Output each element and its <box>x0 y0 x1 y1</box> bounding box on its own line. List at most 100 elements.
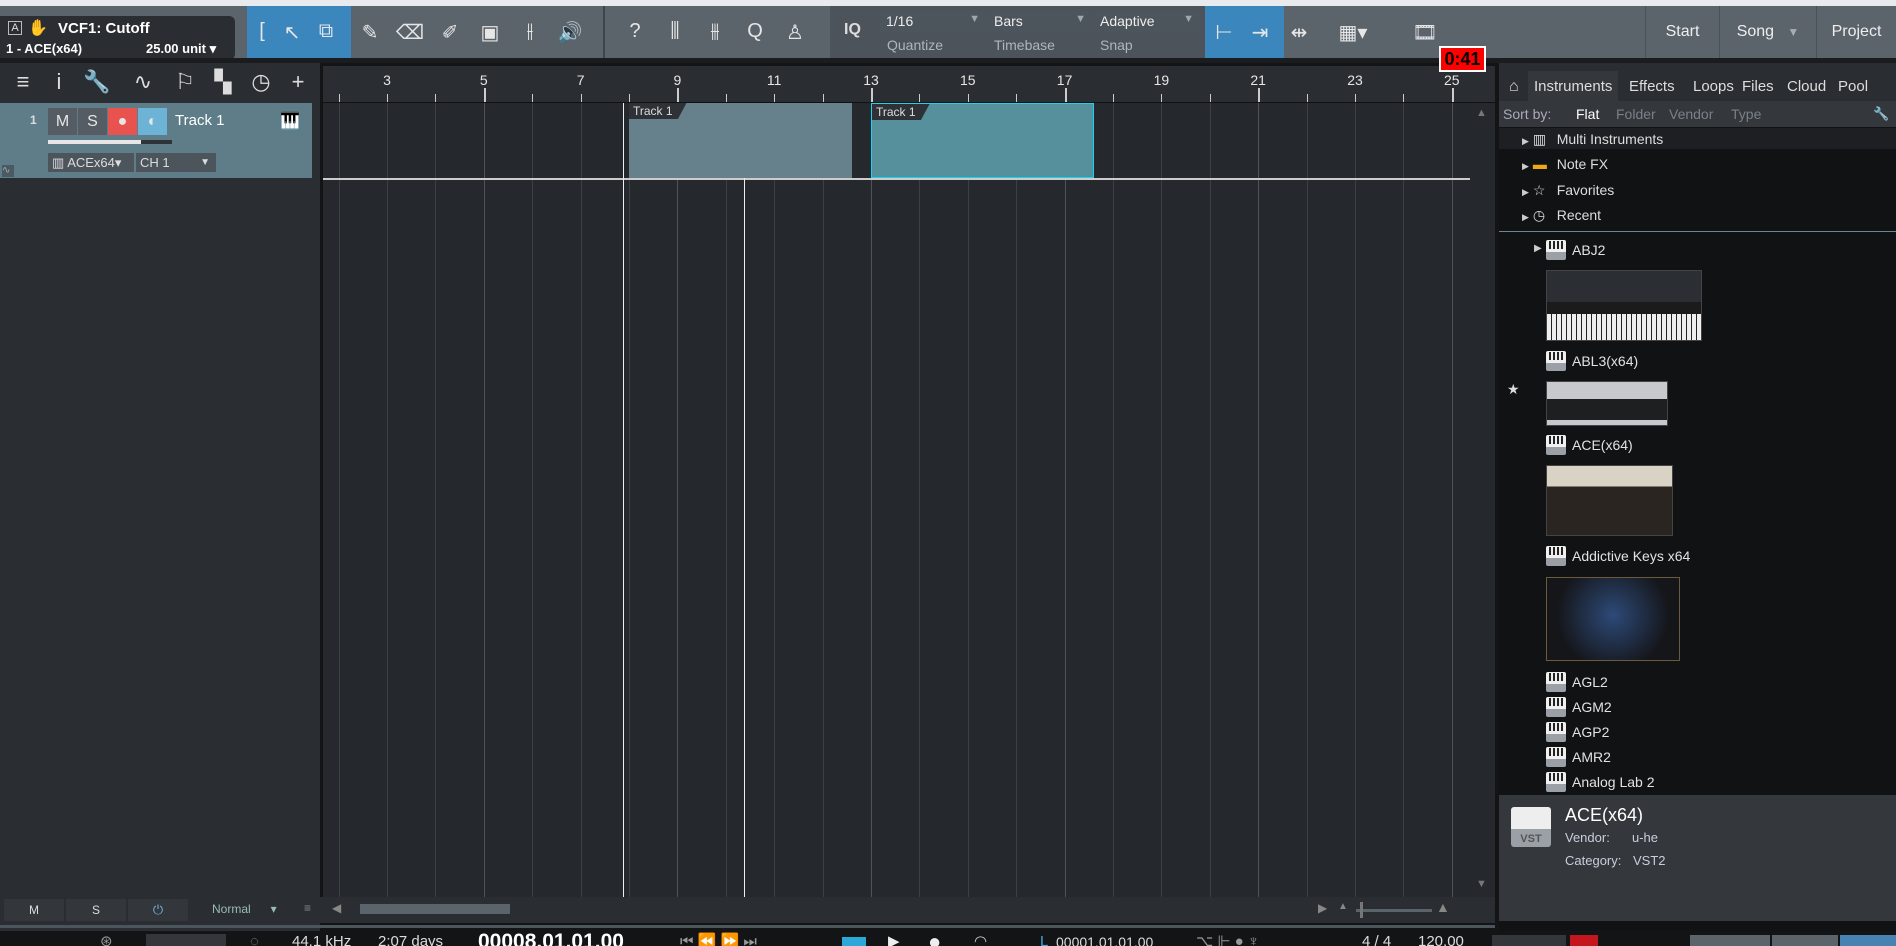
plugin-item[interactable]: ABL3(x64) <box>1546 351 1638 373</box>
listen-tool-icon[interactable]: 🔊 <box>555 20 585 45</box>
time-signature[interactable]: 4 / 4 <box>1362 931 1391 946</box>
wrench-icon[interactable]: 🔧 <box>82 69 112 95</box>
browser-tab-pool[interactable]: Pool <box>1832 71 1874 103</box>
category-item[interactable]: ▶ ▥ Multi Instruments <box>1522 131 1663 148</box>
mute-tool-icon[interactable]: ▣ <box>475 20 505 45</box>
global-solo-button[interactable]: S <box>66 899 126 921</box>
timebase-select[interactable]: Bars ▼ <box>988 10 1092 32</box>
iq-button[interactable]: IQ <box>844 21 861 39</box>
browser-tab-effects[interactable]: Effects <box>1623 71 1681 103</box>
plugin-item[interactable]: Addictive Keys x64 <box>1546 546 1690 568</box>
add-track-icon[interactable]: + <box>283 69 313 95</box>
zoom-out-icon[interactable]: ▲ <box>1338 901 1348 912</box>
horizontal-scrollbar-thumb[interactable] <box>360 904 510 914</box>
plugin-item[interactable]: AGP2 <box>1546 722 1609 744</box>
help-button[interactable]: ? <box>620 20 650 43</box>
paint-tool-icon[interactable]: ✐ <box>435 20 465 45</box>
pencil-tool-icon[interactable]: ✎ <box>355 20 385 45</box>
record-button[interactable]: ● <box>928 931 941 946</box>
quantize-select[interactable]: 1/16 ▼ <box>880 10 986 32</box>
arrow-tool-icon[interactable]: ↖ <box>277 20 307 45</box>
page-button-3[interactable] <box>1840 935 1896 946</box>
zoom-handle[interactable] <box>1360 902 1363 918</box>
home-icon[interactable]: ⌂ <box>1503 71 1525 103</box>
scroll-down-icon[interactable]: ▼ <box>1476 878 1487 890</box>
mute-button[interactable]: M <box>48 108 77 135</box>
groove-icon[interactable]: ♙ <box>780 20 810 45</box>
quantize-q-icon[interactable]: Q <box>740 20 770 43</box>
plugin-item[interactable]: AGM2 <box>1546 697 1612 719</box>
category-item[interactable]: ▶ ▬ Note FX <box>1522 156 1608 172</box>
performance-icon[interactable]: ◌ <box>250 931 259 946</box>
channel-select[interactable]: CH 1 ▼ <box>136 153 216 172</box>
scroll-right-icon[interactable]: ▶ <box>1318 901 1327 915</box>
track-name[interactable]: Track 1 <box>175 112 224 129</box>
sort-folder[interactable]: Folder <box>1616 106 1656 122</box>
project-button[interactable]: Project <box>1816 6 1896 58</box>
arranger-icon[interactable]: ▚ <box>208 69 238 95</box>
mode-badge[interactable]: A <box>8 21 22 35</box>
category-item[interactable]: ▶ ◷ Recent <box>1522 207 1601 224</box>
midi-icon[interactable]: ⊛ <box>100 931 113 946</box>
audio-bend-icon[interactable]: ⫼ <box>660 20 690 43</box>
metronome-icons[interactable]: ⌥ ⊩ ● ♆ <box>1196 931 1259 946</box>
tempo-clock-icon[interactable]: ◷ <box>246 69 276 95</box>
expand-arrow-icon[interactable]: ▶ <box>1534 243 1542 254</box>
solo-button[interactable]: S <box>78 108 107 135</box>
tempo[interactable]: 120.00 <box>1418 931 1464 946</box>
snap-to-cursor-icon[interactable]: ⊢ <box>1209 20 1239 45</box>
browser-tab-files[interactable]: Files <box>1736 71 1780 103</box>
strip-silence-icon[interactable]: ⫵ <box>700 20 730 43</box>
browser-tab-loops[interactable]: Loops <box>1687 71 1740 103</box>
autoscroll-icon[interactable]: ⇹ <box>1284 20 1314 45</box>
plugin-item[interactable]: AMR2 <box>1546 747 1611 769</box>
sort-type[interactable]: Type <box>1731 106 1761 122</box>
browser-tab-instruments[interactable]: Instruments <box>1528 71 1619 105</box>
plugin-item[interactable]: ACE(x64) <box>1546 435 1633 457</box>
arrange-view[interactable]: + Track 1Track 1 <box>323 103 1470 897</box>
snap-select[interactable]: Adaptive ▼ <box>1094 10 1200 32</box>
page-button-1[interactable] <box>1690 935 1770 946</box>
plugin-item[interactable]: ABJ2 <box>1546 240 1605 262</box>
instrument-select[interactable]: ▥ ACEx64▾ <box>48 153 134 172</box>
eraser-tool-icon[interactable]: ⌫ <box>395 20 425 45</box>
video-icon[interactable]: 🎞 <box>1410 20 1440 45</box>
marker-flag-icon[interactable]: ⚐ <box>170 69 200 95</box>
power-icon[interactable]: ⏻ <box>128 899 188 921</box>
loop-button[interactable]: ◠ <box>974 931 987 946</box>
monitor-button[interactable]: ◐ <box>138 108 167 135</box>
automation-toggle-icon[interactable]: ∿ <box>2 165 14 177</box>
menu-icon[interactable]: ≡ <box>8 69 38 95</box>
play-button[interactable]: ▶ <box>888 931 900 946</box>
plugin-item[interactable]: Analog Lab 2 <box>1546 772 1655 794</box>
split-tool-icon[interactable]: ⫲ <box>515 20 545 43</box>
info-icon[interactable]: i <box>44 69 74 95</box>
grid-add-icon[interactable]: ▦▾ <box>1330 20 1376 45</box>
favorite-star-icon[interactable]: ★ <box>1507 381 1520 398</box>
song-button[interactable]: Song ▼ <box>1719 6 1816 58</box>
plugin-item[interactable]: AGL2 <box>1546 672 1608 694</box>
mode-select[interactable]: Normal ▾ <box>212 902 277 916</box>
range-bracket-icon[interactable]: [ <box>247 20 277 43</box>
sort-flat[interactable]: Flat <box>1576 106 1599 122</box>
start-button[interactable]: Start <box>1645 6 1719 58</box>
global-mute-button[interactable]: M <box>4 899 64 921</box>
range-tool-icon[interactable]: ⧉ <box>311 20 341 43</box>
event-clip[interactable]: Track 1 <box>871 103 1094 178</box>
position-display[interactable]: 00008.01.01.00 <box>478 931 624 946</box>
stop-button[interactable] <box>842 937 866 946</box>
browser-tab-cloud[interactable]: Cloud <box>1781 71 1832 103</box>
scroll-left-icon[interactable]: ◀ <box>332 901 341 915</box>
rewind-icon[interactable]: ⏮ ⏪ ⏩ ⏭ <box>680 931 757 946</box>
parameter-value[interactable]: 25.00 unit ▾ <box>146 41 216 57</box>
volume-slider[interactable] <box>48 140 172 144</box>
zoom-in-icon[interactable]: ▲ <box>1436 899 1450 915</box>
loop-start[interactable]: 00001.01.01.00 <box>1056 931 1153 946</box>
timeline-ruler[interactable]: 3 5 7 9 11 13 15 17 19 21 23 25 <box>323 66 1495 103</box>
vertical-scrollbar[interactable]: ▲ ▼ <box>1470 103 1495 897</box>
event-clip[interactable]: Track 1 <box>629 103 852 178</box>
wrench-icon[interactable]: 🔧 <box>1873 106 1889 122</box>
scroll-up-icon[interactable]: ▲ <box>1476 107 1487 119</box>
category-item[interactable]: ▶ ☆ Favorites <box>1522 182 1614 199</box>
record-arm-button[interactable]: ● <box>108 108 137 135</box>
